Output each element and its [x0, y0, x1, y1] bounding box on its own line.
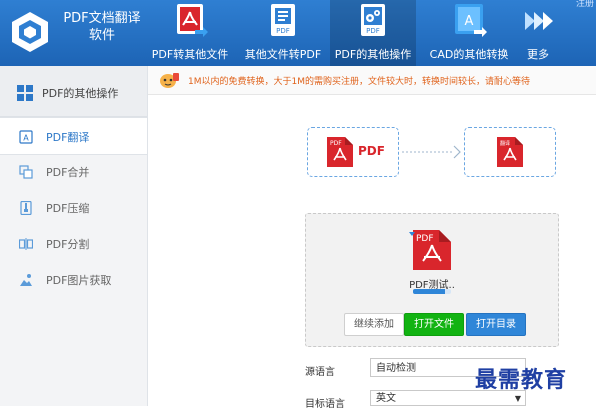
translated-pdf-icon: 翻译 — [497, 137, 523, 167]
toolbar-item-label: PDF的其他操作 — [334, 48, 412, 61]
target-language-label: 目标语言 — [305, 399, 345, 410]
sidebar-item-label: PDF压缩 — [46, 202, 90, 215]
source-language-label: 源语言 — [305, 367, 335, 378]
pdf-convert-icon — [171, 4, 209, 38]
sidebar-item-pdf-split[interactable]: PDF分割 — [0, 225, 147, 261]
sidebar-item-label: PDF图片获取 — [46, 274, 112, 287]
flow-arrow-icon — [400, 142, 462, 162]
svg-text:A: A — [23, 134, 29, 143]
toolbar-cad-convert[interactable]: A CAD的其他转换 — [424, 0, 514, 66]
cad-convert-icon: A — [450, 4, 488, 38]
svg-text:A: A — [465, 14, 474, 29]
flow-source-label: PDF — [358, 144, 385, 158]
split-icon — [18, 236, 34, 250]
translate-badge: 翻译 — [500, 140, 510, 147]
toolbar-pdf-other-ops[interactable]: PDF PDF的其他操作 — [330, 0, 416, 66]
app-title-line1: PDF文档翻译 — [63, 11, 141, 26]
sidebar-item-pdf-image-extract[interactable]: PDF图片获取 — [0, 261, 147, 297]
progress-bar — [413, 289, 451, 294]
svg-text:PDF: PDF — [276, 27, 290, 35]
progress-fill — [413, 289, 446, 294]
flow-target-box: 翻译 — [464, 127, 556, 177]
continue-add-button[interactable]: 继续添加 — [344, 313, 404, 336]
merge-icon — [19, 164, 33, 179]
source-language-value: 自动检测 — [376, 363, 416, 374]
compress-icon — [19, 200, 33, 216]
app-logo-icon — [8, 10, 52, 54]
top-toolbar: PDF文档翻译 软件 注册 PDF转其他文件 PDF 其他文件转PDF PDF … — [0, 0, 596, 66]
sidebar-header: PDF的其他操作 — [0, 66, 147, 117]
mascot-icon — [158, 71, 180, 89]
sidebar-item-label: PDF翻译 — [46, 131, 90, 144]
more-arrows-icon — [519, 4, 557, 38]
translate-icon: A — [19, 129, 33, 144]
toolbar-more[interactable]: 更多 — [518, 0, 558, 66]
pdf-file-icon[interactable]: PDF — [409, 230, 455, 270]
pdf-gears-icon: PDF — [354, 4, 392, 38]
toolbar-pdf-to-other[interactable]: PDF转其他文件 — [150, 0, 230, 66]
toolbar-item-label: 更多 — [527, 48, 549, 61]
open-folder-button[interactable]: 打开目录 — [466, 313, 526, 336]
open-file-button[interactable]: 打开文件 — [404, 313, 464, 336]
pdf-badge: PDF — [330, 140, 342, 147]
sidebar-item-pdf-compress[interactable]: PDF压缩 — [0, 189, 147, 225]
toolbar-item-label: CAD的其他转换 — [429, 48, 509, 61]
toolbar-file-to-pdf[interactable]: PDF 其他文件转PDF — [242, 0, 324, 66]
register-link[interactable]: 注册 — [576, 0, 594, 9]
app-title-line2: 软件 — [88, 28, 115, 43]
file-to-pdf-icon: PDF — [264, 4, 302, 38]
pdf-file-icon: PDF — [327, 137, 353, 167]
notice-bar: 1M以内的免费转换，大于1M的需购买注册，文件较大时，转换时间较长，请耐心等待 — [148, 66, 596, 95]
sidebar: PDF的其他操作 A PDF翻译 PDF合并 PDF压缩 PDF分割 PDF图片… — [0, 66, 148, 406]
notice-text: 1M以内的免费转换，大于1M的需购买注册，文件较大时，转换时间较长，请耐心等待 — [188, 77, 530, 87]
sidebar-item-label: PDF合并 — [46, 166, 90, 179]
file-drop-panel[interactable]: PDF PDF测试.. 继续添加 打开文件 打开目录 — [305, 213, 559, 347]
watermark: 最需教育 — [475, 367, 568, 393]
svg-text:PDF: PDF — [366, 27, 380, 35]
toolbar-item-label: PDF转其他文件 — [151, 48, 229, 61]
sidebar-item-label: PDF分割 — [46, 238, 90, 251]
image-extract-icon — [19, 272, 33, 286]
toolbar-item-label: 其他文件转PDF — [244, 48, 322, 61]
grid-icon — [17, 85, 33, 101]
target-language-value: 英文 — [376, 393, 396, 404]
file-badge: PDF — [416, 234, 434, 244]
app-title: PDF文档翻译 软件 — [58, 10, 146, 44]
flow-source-box: PDF PDF — [307, 127, 399, 177]
sidebar-item-pdf-merge[interactable]: PDF合并 — [0, 153, 147, 189]
sidebar-header-label: PDF的其他操作 — [42, 87, 119, 100]
sidebar-item-pdf-translate[interactable]: A PDF翻译 — [0, 117, 147, 155]
